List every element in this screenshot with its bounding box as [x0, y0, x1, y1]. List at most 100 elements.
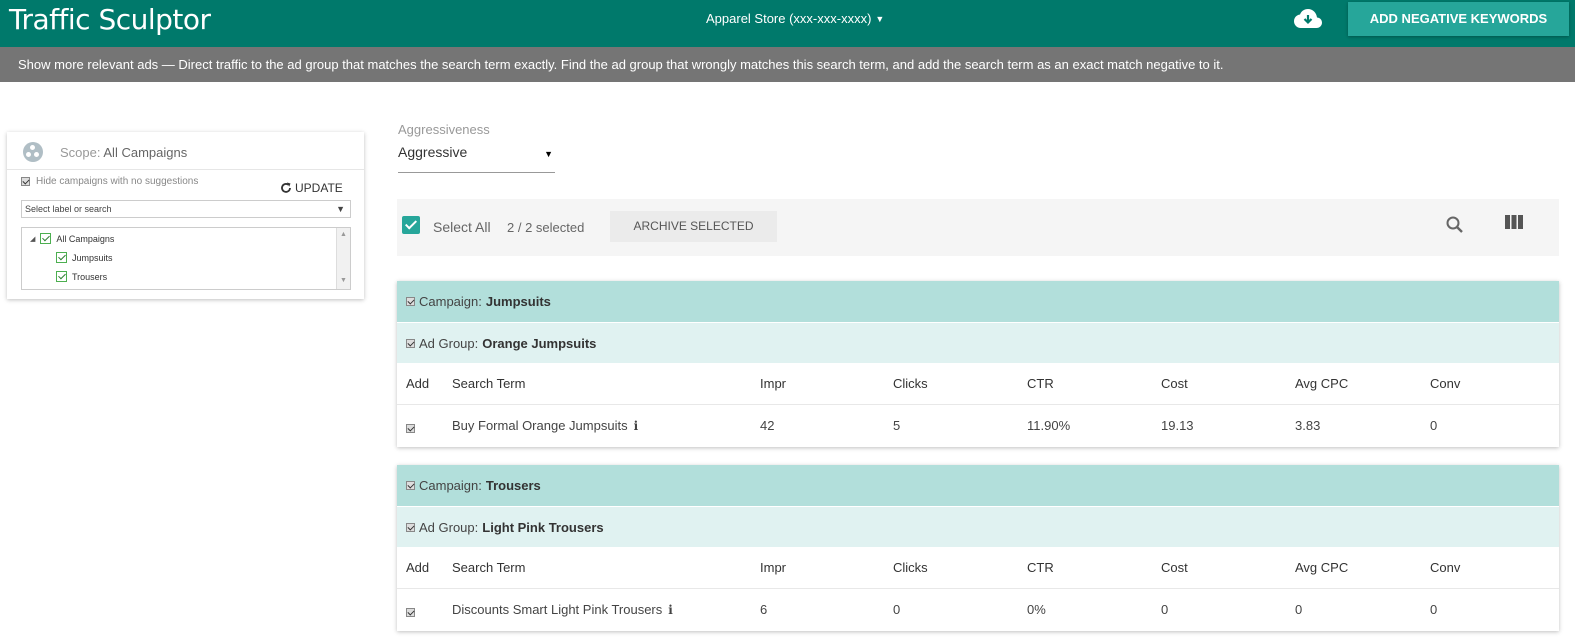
cost-cell: 19.13 — [1161, 418, 1194, 433]
checkbox-checked-icon[interactable] — [56, 252, 67, 263]
tree-item-jumpsuits[interactable]: Jumpsuits — [56, 252, 113, 263]
archive-selected-button[interactable]: ARCHIVE SELECTED — [610, 211, 777, 242]
hide-empty-label: Hide campaigns with no suggestions — [36, 176, 199, 187]
scope-label: Scope: — [60, 145, 101, 160]
update-label: UPDATE — [295, 181, 343, 195]
column-header-conv[interactable]: Conv — [1430, 560, 1460, 575]
adgroup-row[interactable]: Ad Group: Light Pink Trousers — [397, 506, 1559, 547]
column-header-add: Add — [406, 376, 430, 391]
results-toolbar: Select All 2 / 2 selected ARCHIVE SELECT… — [397, 199, 1559, 256]
campaign-name: Jumpsuits — [485, 294, 551, 309]
hide-empty-checkbox[interactable]: Hide campaigns with no suggestions — [21, 176, 198, 187]
table-row: Buy Formal Orange Jumpsuits i 42 5 11.90%… — [397, 405, 1559, 447]
adgroup-name: Orange Jumpsuits — [482, 335, 597, 351]
tree-item-label: Trousers — [72, 271, 108, 282]
info-icon[interactable]: i — [668, 603, 673, 617]
campaign-row[interactable]: Campaign: Jumpsuits — [397, 281, 1559, 322]
campaign-card-trousers: Campaign: Trousers Ad Group: Light Pink … — [397, 465, 1559, 631]
update-button[interactable]: UPDATE — [280, 181, 343, 195]
adgroup-name: Light Pink Trousers — [482, 519, 604, 535]
adgroup-row[interactable]: Ad Group: Orange Jumpsuits — [397, 322, 1559, 363]
refresh-icon — [281, 182, 291, 193]
tree-item-trousers[interactable]: Trousers — [56, 271, 107, 282]
app-title: Traffic Sculptor — [9, 3, 211, 36]
search-term: Buy Formal Orange Jumpsuits — [452, 418, 628, 433]
column-header-search-term[interactable]: Search Term — [452, 560, 525, 575]
checkbox-icon[interactable] — [406, 338, 415, 348]
tree-scrollbar[interactable]: ▲ ▼ — [336, 228, 350, 289]
column-header-clicks[interactable]: Clicks — [893, 560, 928, 575]
tree-expand-icon[interactable]: ◢ — [30, 235, 35, 243]
select-all-checkbox[interactable] — [402, 216, 420, 234]
column-header-impr[interactable]: Impr — [760, 560, 786, 575]
column-header-cost[interactable]: Cost — [1161, 376, 1188, 391]
scope-value: All Campaigns — [103, 145, 188, 160]
impr-cell: 6 — [760, 602, 768, 617]
table-header: Add Search Term Impr Clicks CTR Cost Avg… — [397, 363, 1559, 405]
scope-text: Scope: All Campaigns — [60, 145, 187, 160]
column-header-conv[interactable]: Conv — [1430, 376, 1460, 391]
checkbox-checked-icon[interactable] — [40, 233, 52, 244]
ctr-cell: 0% — [1027, 602, 1046, 617]
avg-cpc-cell: 3.83 — [1295, 418, 1321, 433]
column-header-search-term[interactable]: Search Term — [452, 376, 525, 391]
clicks-cell: 5 — [893, 418, 901, 433]
column-header-clicks[interactable]: Clicks — [893, 376, 928, 391]
search-icon[interactable] — [1445, 215, 1465, 235]
checkbox-checked-icon[interactable] — [56, 271, 67, 282]
column-header-add: Add — [406, 560, 430, 575]
table-row: Discounts Smart Light Pink Trousers i 6 0… — [397, 589, 1559, 631]
checkbox-icon[interactable] — [406, 481, 415, 490]
add-checkbox[interactable] — [406, 421, 415, 436]
aggressiveness-select[interactable]: Aggressive ▼ — [398, 144, 555, 173]
label-search-select[interactable]: Select label or search ▼ — [21, 200, 351, 218]
label-select-placeholder: Select label or search — [25, 204, 112, 214]
column-header-ctr[interactable]: CTR — [1027, 376, 1054, 391]
checkbox-icon[interactable] — [406, 522, 415, 532]
account-selector[interactable]: Apparel Store (xxx-xxx-xxxx) ▼ — [706, 11, 884, 26]
column-header-impr[interactable]: Impr — [760, 376, 786, 391]
scope-panel: Scope: All Campaigns Hide campaigns with… — [7, 132, 364, 299]
scope-header[interactable]: Scope: All Campaigns — [7, 132, 364, 170]
conv-cell: 0 — [1430, 418, 1438, 433]
column-header-avg-cpc[interactable]: Avg CPC — [1295, 376, 1348, 391]
adgroup-label: Ad Group: — [419, 519, 479, 535]
checkbox-icon[interactable] — [406, 297, 415, 306]
columns-icon[interactable] — [1504, 214, 1524, 230]
info-icon[interactable]: i — [634, 419, 639, 433]
cloud-download-icon[interactable] — [1293, 7, 1323, 31]
tree-item-label: All Campaigns — [56, 233, 115, 244]
search-term-cell: Buy Formal Orange Jumpsuits i — [452, 418, 638, 433]
column-header-cost[interactable]: Cost — [1161, 560, 1188, 575]
scope-icon — [23, 142, 43, 162]
search-term: Discounts Smart Light Pink Trousers — [452, 602, 663, 617]
add-checkbox[interactable] — [406, 605, 415, 620]
campaign-card-jumpsuits: Campaign: Jumpsuits Ad Group: Orange Jum… — [397, 281, 1559, 447]
scroll-down-icon[interactable]: ▼ — [340, 277, 347, 284]
scroll-up-icon[interactable]: ▲ — [340, 231, 347, 238]
dropdown-arrow-icon: ▼ — [336, 204, 345, 214]
checkbox-icon — [21, 177, 30, 186]
adgroup-label: Ad Group: — [419, 335, 479, 351]
campaign-row[interactable]: Campaign: Trousers — [397, 465, 1559, 506]
campaign-tree: ◢ All Campaigns Jumpsuits Trousers ▲ ▼ — [21, 227, 351, 290]
avg-cpc-cell: 0 — [1295, 602, 1303, 617]
add-negative-keywords-button[interactable]: ADD NEGATIVE KEYWORDS — [1348, 2, 1569, 36]
search-term-cell: Discounts Smart Light Pink Trousers i — [452, 602, 673, 617]
info-banner: Show more relevant ads — Direct traffic … — [0, 47, 1575, 82]
campaign-name: Trousers — [485, 478, 541, 493]
impr-cell: 42 — [760, 418, 775, 433]
tree-item-all-campaigns[interactable]: ◢ All Campaigns — [30, 233, 114, 244]
campaign-label: Campaign: — [419, 294, 482, 309]
selection-count: 2 / 2 selected — [507, 220, 585, 235]
column-header-avg-cpc[interactable]: Avg CPC — [1295, 560, 1348, 575]
dropdown-arrow-icon: ▼ — [544, 149, 553, 159]
caret-down-icon: ▼ — [875, 13, 885, 24]
top-bar: Traffic Sculptor Apparel Store (xxx-xxx-… — [0, 0, 1575, 47]
column-header-ctr[interactable]: CTR — [1027, 560, 1054, 575]
aggressiveness-label: Aggressiveness — [398, 122, 490, 137]
account-name: Apparel Store (xxx-xxx-xxxx) — [706, 11, 872, 26]
clicks-cell: 0 — [893, 602, 901, 617]
select-all-label[interactable]: Select All — [433, 219, 491, 235]
ctr-cell: 11.90% — [1027, 418, 1071, 433]
